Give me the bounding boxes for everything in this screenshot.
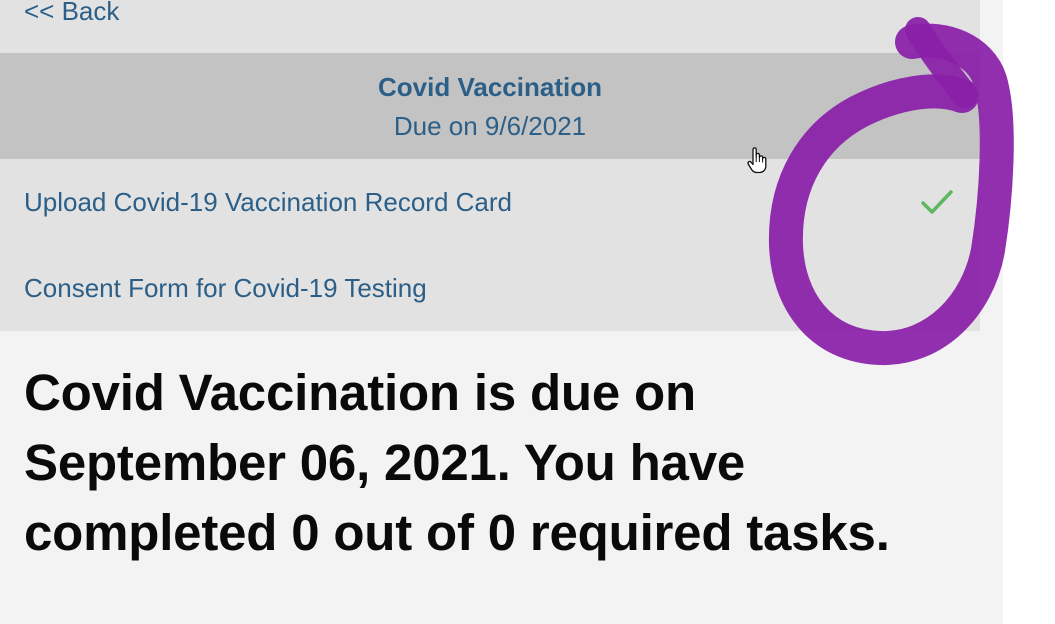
check-icon bbox=[921, 190, 953, 214]
task-label: Consent Form for Covid-19 Testing bbox=[24, 273, 427, 303]
task-row-upload-record-card[interactable]: Upload Covid-19 Vaccination Record Card bbox=[0, 159, 980, 245]
app-screen: << Back Covid Vaccination Due on 9/6/202… bbox=[0, 0, 1003, 624]
section-due-date: Due on 9/6/2021 bbox=[393, 111, 587, 141]
task-list: Upload Covid-19 Vaccination Record Card … bbox=[0, 159, 980, 331]
due-summary-message: Covid Vaccination is due on September 06… bbox=[24, 364, 890, 561]
task-row-consent-form[interactable]: Consent Form for Covid-19 Testing bbox=[0, 245, 980, 331]
back-link[interactable]: << Back bbox=[24, 0, 119, 27]
section-title: Covid Vaccination bbox=[378, 72, 602, 102]
task-label: Upload Covid-19 Vaccination Record Card bbox=[24, 187, 512, 217]
back-bar: << Back bbox=[0, 0, 980, 53]
hand-pointer-icon bbox=[747, 147, 767, 174]
section-header: Covid Vaccination Due on 9/6/2021 bbox=[0, 53, 980, 159]
